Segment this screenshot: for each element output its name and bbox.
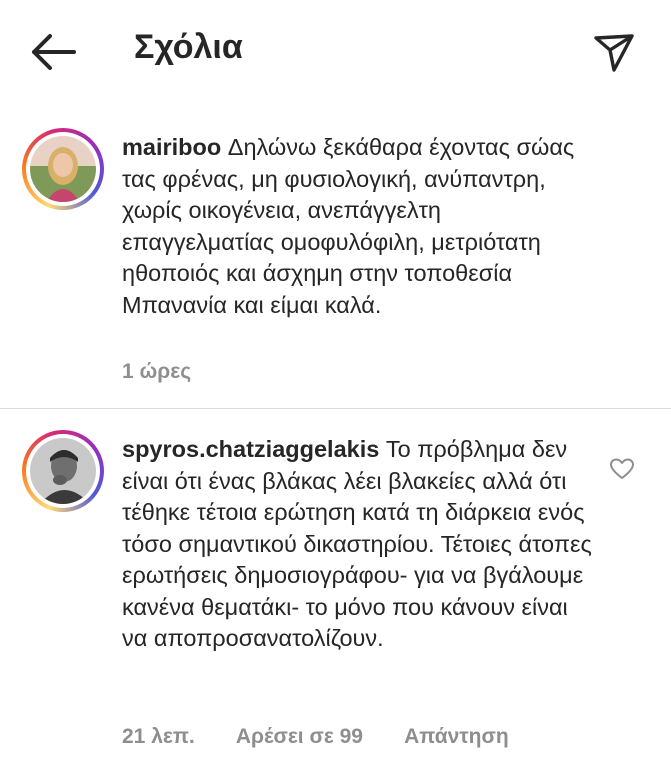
comment-time: 21 λεπ.	[122, 725, 195, 748]
comment-text: mairiboo Δηλώνω ξεκάθαρα έχοντας σώας τα…	[122, 132, 592, 321]
likes-count[interactable]: Αρέσει σε 99	[236, 725, 363, 748]
divider	[0, 408, 671, 409]
avatar[interactable]	[22, 128, 104, 210]
back-button[interactable]	[26, 30, 80, 74]
header-bar: Σχόλια	[0, 0, 671, 104]
heart-icon	[610, 458, 634, 479]
comment-body: Το πρόβλημα δεν είναι ότι ένας βλάκας λέ…	[122, 436, 592, 651]
comment-username[interactable]: spyros.chatziaggelakis	[122, 436, 379, 462]
reply-button[interactable]: Απάντηση	[404, 725, 509, 748]
comment-text: spyros.chatziaggelakis Το πρόβλημα δεν ε…	[122, 434, 592, 655]
arrow-left-icon	[32, 34, 76, 70]
comment-meta: 1 ώρες	[122, 360, 227, 384]
comment-meta: 21 λεπ. Αρέσει σε 99 Απάντηση	[122, 725, 545, 749]
comment-time: 1 ώρες	[122, 360, 192, 383]
like-button[interactable]	[610, 458, 634, 480]
avatar[interactable]	[22, 430, 104, 512]
comment-body: Δηλώνω ξεκάθαρα έχοντας σώας τας φρένας,…	[122, 134, 575, 318]
paper-plane-icon	[594, 34, 634, 72]
comment-username[interactable]: mairiboo	[122, 134, 221, 160]
share-button[interactable]	[590, 28, 638, 76]
page-title: Σχόλια	[134, 28, 243, 66]
